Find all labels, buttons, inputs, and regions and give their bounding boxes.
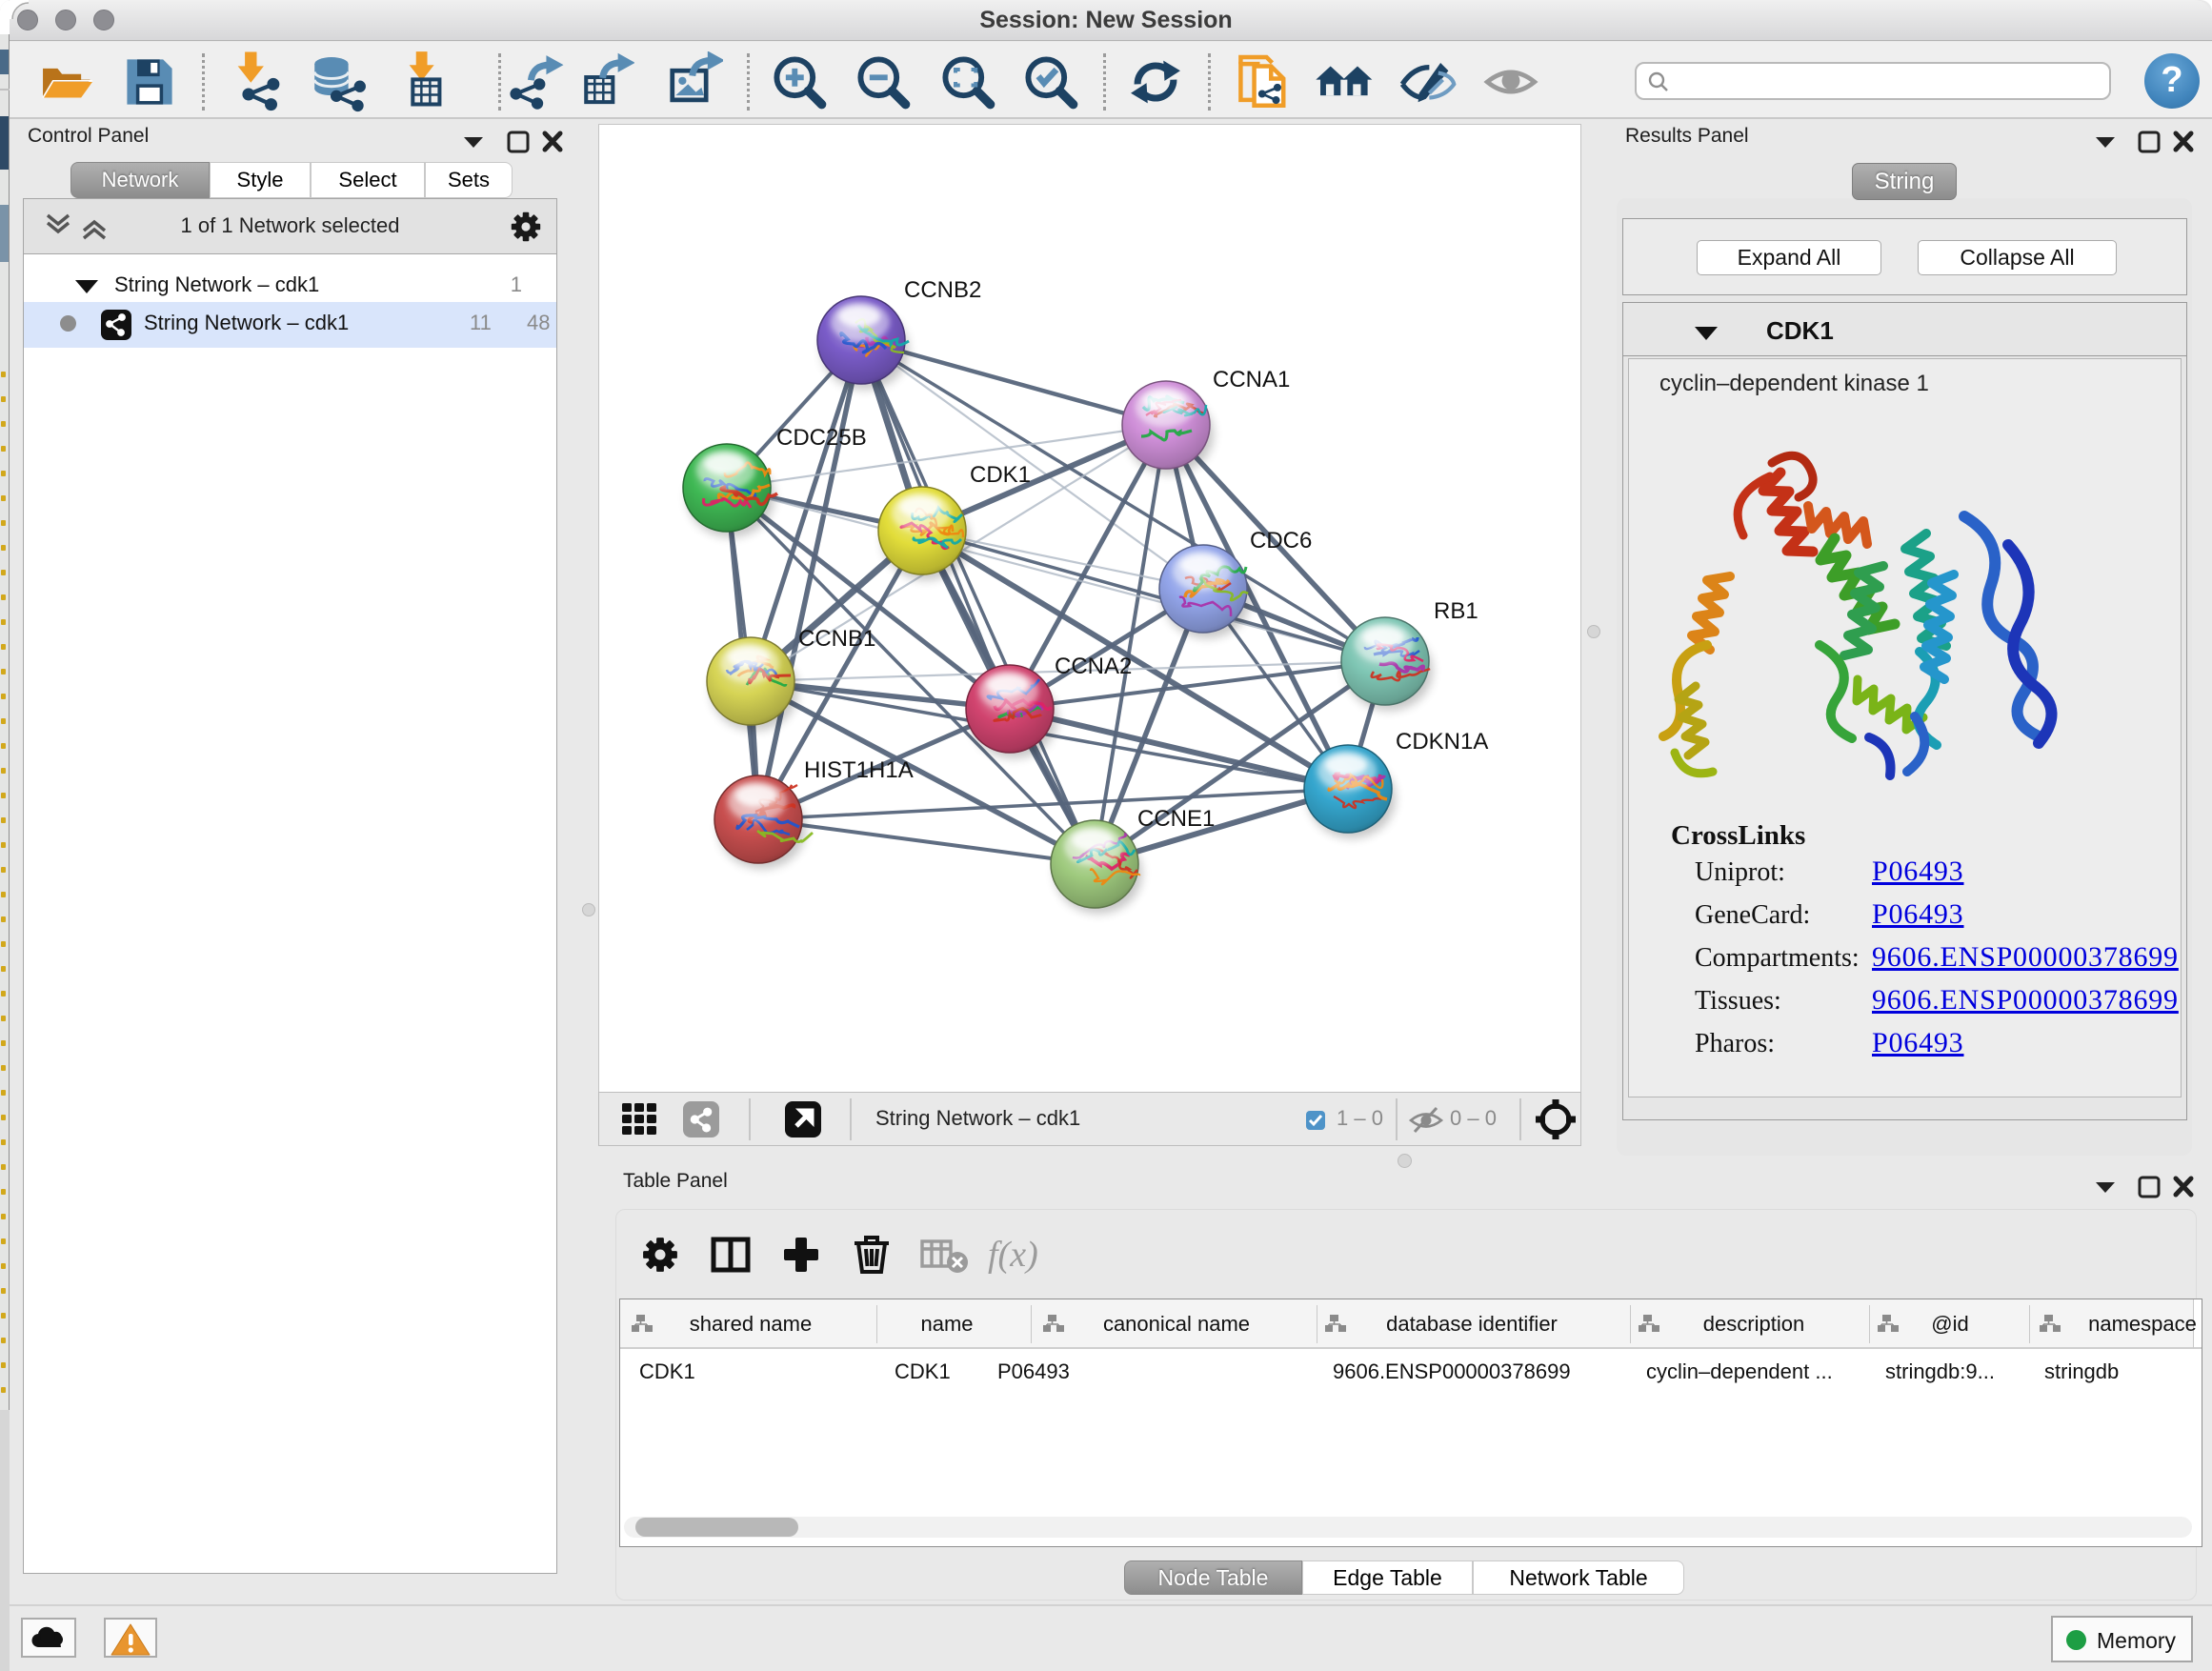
svg-text:CDKN1A: CDKN1A [1396, 729, 1488, 755]
svg-text:CCNE1: CCNE1 [1137, 806, 1215, 832]
svg-text:CDC25B: CDC25B [776, 425, 867, 451]
svg-text:CDK1: CDK1 [970, 462, 1031, 488]
svg-text:HIST1H1A: HIST1H1A [804, 757, 914, 783]
svg-text:RB1: RB1 [1434, 598, 1478, 624]
svg-text:CDC6: CDC6 [1250, 528, 1312, 554]
svg-text:CCNB1: CCNB1 [798, 626, 875, 652]
svg-text:CCNA1: CCNA1 [1213, 367, 1290, 393]
svg-text:CCNB2: CCNB2 [904, 277, 981, 303]
svg-text:CCNA2: CCNA2 [1055, 654, 1132, 679]
